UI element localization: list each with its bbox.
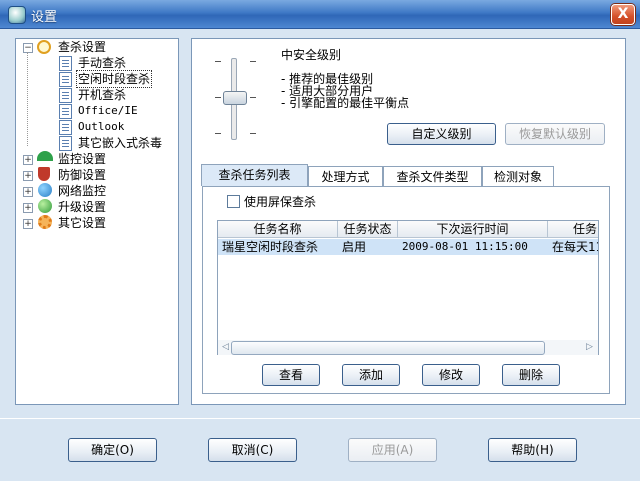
restore-default-level-button[interactable]: 恢复默认级别	[505, 123, 605, 145]
screensaver-scan-checkbox[interactable]	[227, 195, 240, 208]
scroll-left-icon[interactable]: ◁	[222, 342, 229, 352]
cell-next-run: 2009-08-01 11:15:00	[402, 240, 528, 253]
help-button[interactable]: 帮助(H)	[488, 438, 577, 462]
cell-task-name: 瑞星空闲时段查杀	[222, 240, 319, 254]
title-bar	[0, 0, 640, 29]
expand-icon[interactable]: +	[23, 155, 33, 165]
tree-item-monitor-settings[interactable]: 监控设置	[58, 151, 106, 167]
tree-item-idle-scan[interactable]: 空闲时段查杀	[76, 70, 153, 88]
delete-task-button[interactable]: 删除	[502, 364, 560, 386]
apply-button[interactable]: 应用(A)	[348, 438, 437, 462]
tree-item-outlook[interactable]: Outlook	[78, 119, 124, 135]
scrollbar-thumb[interactable]	[231, 341, 545, 355]
ok-button[interactable]: 确定(O)	[68, 438, 157, 462]
tree-item-update-settings[interactable]: 升级设置	[58, 199, 106, 215]
expand-icon[interactable]: +	[23, 171, 33, 181]
tree-item-network-monitor[interactable]: 网络监控	[58, 183, 106, 199]
tree-item-boot-scan[interactable]: 开机查杀	[78, 87, 126, 103]
document-icon	[59, 120, 72, 135]
document-icon	[59, 72, 72, 87]
slider-tick	[250, 133, 256, 134]
close-button[interactable]: X	[611, 4, 635, 25]
cell-task-status: 启用	[342, 240, 367, 254]
view-task-button[interactable]: 查看	[262, 364, 320, 386]
tree-item-office-ie[interactable]: Office/IE	[78, 103, 138, 119]
edit-task-button[interactable]: 修改	[422, 364, 480, 386]
slider-tick	[250, 61, 256, 62]
tree-item-other-settings[interactable]: 其它设置	[58, 215, 106, 231]
expand-icon[interactable]: +	[23, 187, 33, 197]
expand-icon[interactable]: +	[23, 219, 33, 229]
tab-scan-task-list[interactable]: 查杀任务列表	[201, 164, 308, 186]
slider-tick	[250, 97, 256, 98]
screensaver-scan-label: 使用屏保查杀	[244, 195, 317, 209]
tab-detection-targets[interactable]: 检测对象	[482, 166, 554, 186]
document-icon	[59, 104, 72, 119]
tree-item-scan-settings[interactable]: 查杀设置	[58, 39, 106, 55]
security-level-title: 中安全级别	[281, 48, 342, 62]
cell-task-schedule: 在每天11	[552, 240, 599, 254]
security-level-desc-3: - 引擎配置的最佳平衡点	[281, 96, 410, 110]
tree-line	[27, 52, 29, 146]
shield-icon	[38, 167, 50, 181]
tab-scan-file-types[interactable]: 查杀文件类型	[383, 166, 482, 186]
tree-item-embedded-scan[interactable]: 其它嵌入式杀毒	[78, 135, 162, 151]
slider-tick	[215, 133, 221, 134]
column-header-next-run[interactable]: 下次运行时间	[398, 221, 548, 238]
column-header-task-status[interactable]: 任务状态	[338, 221, 398, 238]
magnifier-icon	[37, 40, 51, 54]
tree-item-manual-scan[interactable]: 手动查杀	[78, 55, 126, 71]
app-shield-icon	[8, 6, 26, 24]
tree-item-defense-settings[interactable]: 防御设置	[58, 167, 106, 183]
security-level-slider-thumb[interactable]	[223, 91, 247, 105]
window-title: 设置	[31, 10, 58, 25]
task-table: 任务名称 任务状态 下次运行时间 任务 瑞星空闲时段查杀 启用 2009-08-…	[217, 220, 599, 355]
cancel-button[interactable]: 取消(C)	[208, 438, 297, 462]
umbrella-icon	[37, 151, 53, 161]
gear-icon	[38, 215, 52, 229]
scroll-right-icon[interactable]: ▷	[586, 342, 593, 352]
slider-tick	[215, 97, 221, 98]
column-header-task-name[interactable]: 任务名称	[218, 221, 338, 238]
globe-icon	[38, 183, 52, 197]
add-task-button[interactable]: 添加	[342, 364, 400, 386]
document-icon	[59, 56, 72, 71]
document-icon	[59, 88, 72, 103]
globe-arrow-icon	[38, 199, 52, 213]
custom-level-button[interactable]: 自定义级别	[387, 123, 496, 145]
expand-icon[interactable]: +	[23, 203, 33, 213]
document-icon	[59, 136, 72, 151]
tab-handling-method[interactable]: 处理方式	[308, 166, 383, 186]
slider-tick	[215, 61, 221, 62]
column-header-task[interactable]: 任务	[548, 221, 598, 238]
